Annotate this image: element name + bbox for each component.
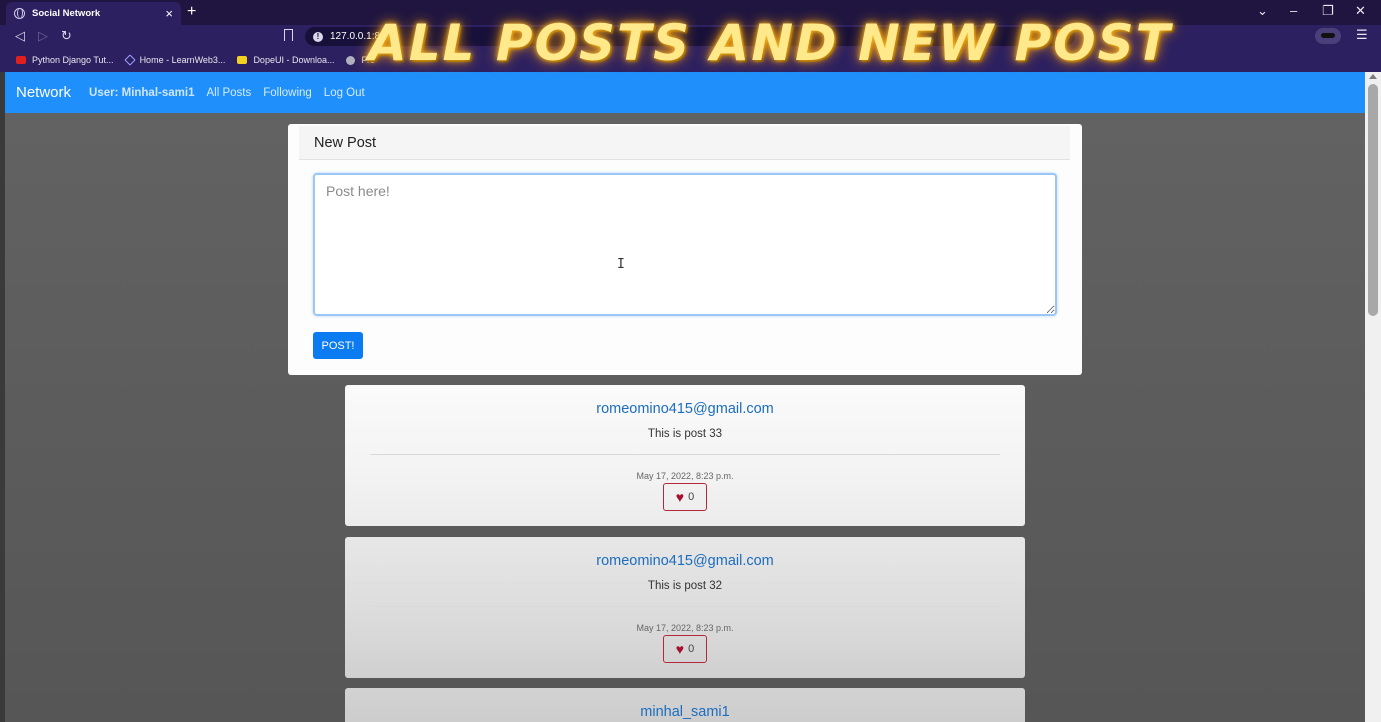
scrollbar-thumb[interactable] xyxy=(1368,84,1378,316)
browser-tab[interactable]: Social Network × xyxy=(6,2,181,25)
like-button[interactable]: ♥ 0 xyxy=(663,635,707,663)
new-tab-icon[interactable]: + xyxy=(187,3,196,21)
back-icon[interactable]: ◁ xyxy=(15,28,25,44)
post-divider xyxy=(370,454,1000,455)
youtube-icon xyxy=(16,56,26,64)
post-divider xyxy=(370,606,1000,607)
like-button[interactable]: ♥ 0 xyxy=(663,483,707,511)
bookmark-item[interactable]: DopeUI - Downloa... xyxy=(237,55,334,65)
new-post-card: New Post POST! xyxy=(288,124,1082,375)
tab-search-chevron-icon[interactable]: ⌄ xyxy=(1257,3,1268,19)
post-author-link[interactable]: romeomino415@gmail.com xyxy=(345,553,1025,569)
new-post-header: New Post xyxy=(299,126,1070,160)
like-count: 0 xyxy=(688,491,695,503)
forward-icon[interactable]: ▷ xyxy=(38,28,48,44)
post-submit-button[interactable]: POST! xyxy=(313,332,363,359)
dopeui-icon xyxy=(237,56,248,64)
bookmark-label: Home - LearnWeb3... xyxy=(139,55,226,65)
tab-title: Social Network xyxy=(32,8,101,19)
page-scrollbar[interactable] xyxy=(1365,72,1381,722)
frontend-icon xyxy=(346,55,356,65)
bookmark-item[interactable]: Python Django Tut... xyxy=(16,55,114,65)
post-card: romeomino415@gmail.com This is post 32 M… xyxy=(345,537,1025,678)
bookmark-label: DopeUI - Downloa... xyxy=(253,55,335,65)
restore-icon[interactable]: ❐ xyxy=(1322,3,1334,19)
post-author-link[interactable]: romeomino415@gmail.com xyxy=(345,401,1025,417)
reload-icon[interactable]: ↻ xyxy=(61,28,72,44)
nav-following-link[interactable]: Following xyxy=(263,87,312,99)
minimize-icon[interactable]: – xyxy=(1290,3,1297,18)
post-body: This is post 33 xyxy=(647,428,723,440)
scroll-up-arrow-icon[interactable] xyxy=(1369,74,1377,79)
post-timestamp: May 17, 2022, 8:23 p.m. xyxy=(636,623,734,633)
bookmark-icon[interactable] xyxy=(284,29,293,41)
like-count: 0 xyxy=(688,643,695,655)
video-overlay-title: ALL POSTS AND NEW POST xyxy=(368,14,1172,72)
menu-icon[interactable]: ☰ xyxy=(1356,27,1368,43)
heart-icon: ♥ xyxy=(675,489,685,505)
text-cursor-icon: I xyxy=(617,257,625,272)
post-body: This is post 32 xyxy=(647,580,723,592)
brand-link[interactable]: Network xyxy=(16,84,71,101)
close-window-icon[interactable]: ✕ xyxy=(1355,3,1366,19)
site-navbar: Network User: Minhal-sami1 All Posts Fol… xyxy=(5,72,1365,113)
new-post-textarea[interactable] xyxy=(313,173,1057,316)
close-tab-icon[interactable]: × xyxy=(165,6,173,21)
nav-user-link[interactable]: User: Minhal-sami1 xyxy=(89,87,194,99)
private-glasses-icon[interactable] xyxy=(1315,28,1341,44)
site-info-icon[interactable]: ! xyxy=(313,31,323,42)
post-card: romeomino415@gmail.com This is post 33 M… xyxy=(345,385,1025,526)
heart-icon: ♥ xyxy=(675,641,685,657)
post-card: minhal_sami1 xyxy=(345,688,1025,722)
post-timestamp: May 17, 2022, 8:23 p.m. xyxy=(636,471,734,481)
nav-logout-link[interactable]: Log Out xyxy=(324,87,365,99)
learnweb3-icon xyxy=(123,54,136,66)
globe-icon xyxy=(14,8,25,19)
bookmark-label: Python Django Tut... xyxy=(32,55,114,65)
post-author-link[interactable]: minhal_sami1 xyxy=(345,704,1025,720)
nav-all-posts-link[interactable]: All Posts xyxy=(206,87,251,99)
bookmark-item[interactable]: Home - LearnWeb3... xyxy=(123,54,226,66)
